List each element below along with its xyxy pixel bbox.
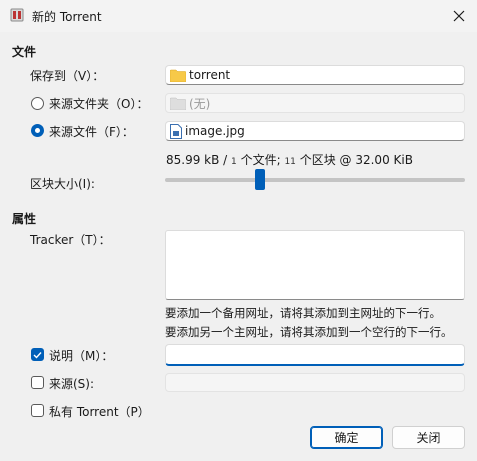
source-file-value: image.jpg bbox=[185, 124, 245, 138]
source-input[interactable] bbox=[165, 373, 465, 392]
source-folder-field[interactable]: (无) bbox=[165, 93, 465, 113]
private-torrent-label: 私有 Torrent（P） bbox=[49, 405, 150, 419]
source-folder-label: 来源文件夹（O）： bbox=[49, 97, 149, 111]
window-title: 新的 Torrent bbox=[32, 10, 102, 24]
chunk-size-slider-track[interactable] bbox=[165, 178, 465, 182]
app-icon bbox=[9, 7, 25, 23]
description-input[interactable] bbox=[165, 344, 465, 366]
files-section-heading: 文件 bbox=[12, 45, 37, 59]
summary-chunks-count: 11 bbox=[284, 157, 296, 167]
summary-files-label: 个文件; bbox=[236, 153, 281, 167]
source-file-label: 来源文件（F）： bbox=[49, 125, 134, 139]
description-checkbox[interactable] bbox=[31, 348, 44, 361]
tracker-textarea[interactable] bbox=[165, 230, 465, 300]
source-file-field[interactable]: image.jpg bbox=[165, 121, 465, 141]
save-to-label: 保存到（V）： bbox=[30, 69, 105, 83]
private-torrent-checkbox[interactable] bbox=[31, 404, 44, 417]
properties-section-heading: 属性 bbox=[12, 212, 37, 226]
source-folder-radio[interactable] bbox=[31, 97, 44, 110]
summary-chunks-label: 个区块 @ 32.00 KiB bbox=[295, 153, 413, 167]
chunk-size-slider-thumb[interactable] bbox=[255, 169, 265, 190]
folder-icon bbox=[170, 69, 186, 82]
torrent-summary: 85.99 kB / 1 个文件; 11 个区块 @ 32.00 KiB bbox=[166, 151, 413, 168]
source-checkbox[interactable] bbox=[31, 376, 44, 389]
close-icon bbox=[453, 10, 465, 22]
source-file-radio[interactable] bbox=[31, 124, 44, 137]
chunk-size-label: 区块大小(I): bbox=[30, 177, 95, 191]
cancel-button[interactable]: 关闭 bbox=[392, 426, 465, 449]
ok-button[interactable]: 确定 bbox=[310, 426, 383, 449]
source-label: 来源(S): bbox=[49, 377, 95, 391]
tracker-label: Tracker（T）： bbox=[30, 233, 111, 247]
summary-size: 85.99 kB / bbox=[166, 153, 232, 167]
tracker-hint-1: 要添加一个备用网址，请将其添加到主网址的下一行。 bbox=[165, 306, 441, 320]
description-label: 说明（M）： bbox=[49, 349, 114, 363]
folder-icon bbox=[170, 97, 186, 110]
image-file-icon bbox=[170, 123, 182, 139]
close-button[interactable] bbox=[442, 2, 476, 30]
tracker-hint-2: 要添加另一个主网址，请将其添加到一个空行的下一行。 bbox=[165, 325, 453, 339]
check-icon bbox=[33, 351, 42, 359]
save-to-value: torrent bbox=[189, 68, 231, 82]
save-to-field[interactable]: torrent bbox=[165, 65, 465, 85]
source-folder-value: (无) bbox=[189, 96, 211, 111]
